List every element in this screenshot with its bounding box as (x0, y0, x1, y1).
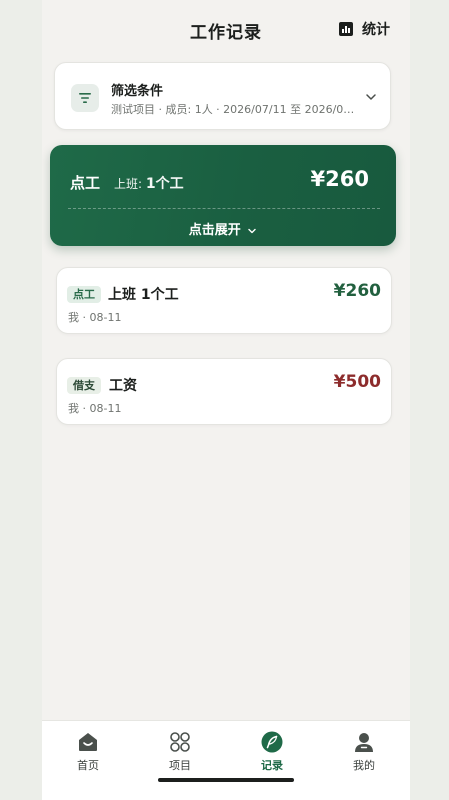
summary-detail-value: 1个工 (145, 176, 184, 192)
tab-records[interactable]: 记录 (226, 731, 318, 781)
list-item[interactable]: 借支 工资 我 · 08-11 ¥500 (56, 358, 392, 425)
user-icon (355, 733, 373, 752)
chevron-down-icon[interactable] (364, 90, 378, 104)
expand-button[interactable]: 点击展开 (50, 219, 396, 238)
top-bar: 工作记录 统计 (42, 0, 410, 58)
record-title: 工资 (109, 378, 137, 394)
bar-chart-icon (339, 22, 353, 36)
home-indicator (158, 778, 294, 782)
summary-detail-prefix: 上班: (114, 177, 146, 191)
feather-icon (261, 731, 283, 753)
tab-home[interactable]: 首页 (42, 731, 134, 781)
record-amount: ¥260 (333, 281, 381, 301)
stats-button[interactable]: 统计 (339, 19, 390, 39)
tab-projects[interactable]: 项目 (134, 731, 226, 781)
tab-label: 项目 (169, 759, 191, 772)
summary-type: 点工 (70, 174, 101, 192)
record-type-badge: 借支 (67, 377, 101, 394)
filter-card[interactable]: 筛选条件 测试项目 · 成员: 1人 · 2026/07/11 至 2026/0… (54, 62, 391, 130)
record-amount: ¥500 (333, 372, 381, 392)
stats-label: 统计 (362, 22, 390, 38)
tab-label: 首页 (77, 759, 99, 772)
record-meta: 我 · 08-11 (68, 402, 122, 415)
home-icon (79, 733, 97, 751)
grid-icon (170, 732, 190, 752)
bottom-tab-bar: 首页 项目 记录 我的 (42, 720, 410, 800)
list-item[interactable]: 点工 上班 1个工 我 · 08-11 ¥260 (56, 267, 392, 334)
summary-divider (68, 208, 380, 209)
summary-detail: 上班: 1个工 (114, 173, 184, 193)
expand-label: 点击展开 (188, 223, 241, 238)
chevron-down-icon (248, 228, 256, 233)
tab-profile[interactable]: 我的 (318, 731, 410, 781)
app-screen: 工作记录 统计 筛选条件 测试项目 · 成员: 1人 · 2026/07/11 … (42, 0, 410, 800)
filter-description: 测试项目 · 成员: 1人 · 2026/07/11 至 2026/08/11 (111, 103, 359, 116)
record-type-badge: 点工 (67, 286, 101, 303)
tab-label: 记录 (261, 759, 283, 772)
record-meta: 我 · 08-11 (68, 311, 122, 324)
tab-label: 我的 (353, 759, 375, 772)
summary-card: 点工 上班: 1个工 ¥260 点击展开 (50, 145, 396, 246)
filter-icon (71, 84, 99, 112)
filter-title: 筛选条件 (111, 84, 164, 99)
summary-amount: ¥260 (310, 167, 369, 191)
record-title: 上班 1个工 (108, 287, 179, 303)
